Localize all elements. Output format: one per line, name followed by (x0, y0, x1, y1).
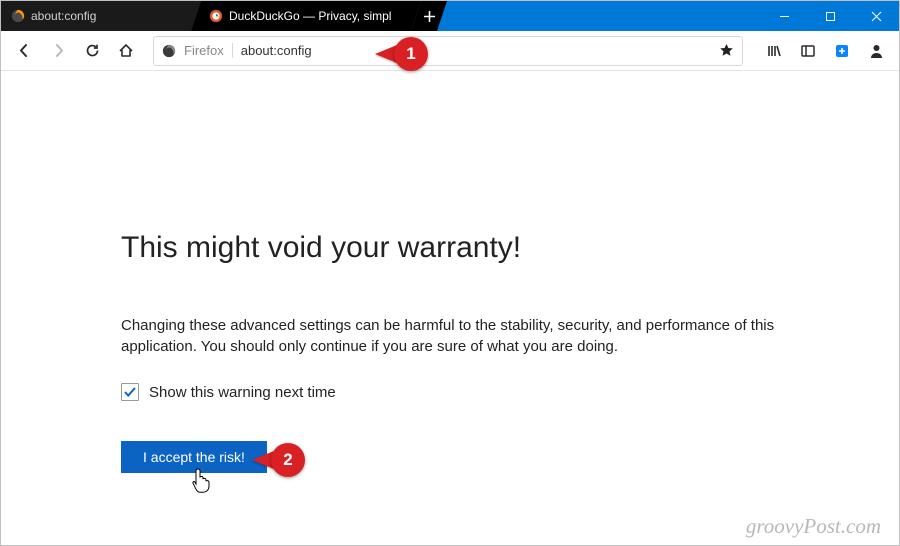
sidebar-icon (800, 43, 816, 59)
reload-button[interactable] (77, 36, 107, 66)
annotation-callout-1: 1 (375, 37, 428, 71)
tab-label: DuckDuckGo — Privacy, simpl (229, 9, 391, 23)
forward-button[interactable] (43, 36, 73, 66)
window-maximize-button[interactable] (807, 1, 853, 31)
minimize-icon (779, 11, 790, 22)
warning-text: Changing these advanced settings can be … (121, 315, 779, 357)
star-icon (719, 43, 734, 58)
maximize-icon (825, 11, 836, 22)
identity-firefox-icon (162, 44, 176, 58)
annotation-callout-2: 2 (252, 443, 305, 477)
window-close-button[interactable] (853, 1, 899, 31)
reload-icon (85, 43, 100, 58)
close-icon (871, 11, 882, 22)
tab-duckduckgo[interactable]: DuckDuckGo — Privacy, simpl (191, 1, 421, 31)
titlebar-drag-area[interactable] (447, 1, 761, 31)
person-icon (869, 43, 884, 59)
download-plus-icon (834, 43, 850, 59)
profile-button[interactable] (861, 36, 891, 66)
bookmark-star-button[interactable] (719, 43, 734, 58)
sidebar-button[interactable] (793, 36, 823, 66)
identity-label: Firefox (184, 43, 233, 58)
page-title: This might void your warranty! (121, 231, 779, 265)
back-button[interactable] (9, 36, 39, 66)
callout-number: 1 (394, 37, 428, 71)
duckduckgo-icon (209, 9, 223, 23)
library-button[interactable] (759, 36, 789, 66)
home-icon (118, 43, 134, 59)
checkbox-label: Show this warning next time (149, 384, 336, 401)
watermark: groovyPost.com (746, 514, 881, 539)
accept-risk-button[interactable]: I accept the risk! (121, 441, 267, 473)
arrow-left-icon (17, 43, 32, 58)
downloads-button[interactable] (827, 36, 857, 66)
callout-number: 2 (271, 443, 305, 477)
address-bar[interactable]: Firefox about:config (153, 36, 743, 66)
check-icon (123, 385, 137, 399)
arrow-right-icon (51, 43, 66, 58)
firefox-icon (11, 9, 25, 23)
address-url: about:config (241, 43, 711, 58)
library-icon (766, 43, 782, 59)
titlebar: about:config DuckDuckGo — Privacy, simpl (1, 1, 899, 31)
warning-page: This might void your warranty! Changing … (1, 71, 899, 473)
show-warning-checkbox[interactable] (121, 383, 139, 401)
tab-label: about:config (31, 9, 96, 23)
tab-about-config[interactable]: about:config (1, 1, 201, 31)
home-button[interactable] (111, 36, 141, 66)
nav-toolbar: Firefox about:config (1, 31, 899, 71)
plus-icon (423, 10, 436, 23)
window-minimize-button[interactable] (761, 1, 807, 31)
